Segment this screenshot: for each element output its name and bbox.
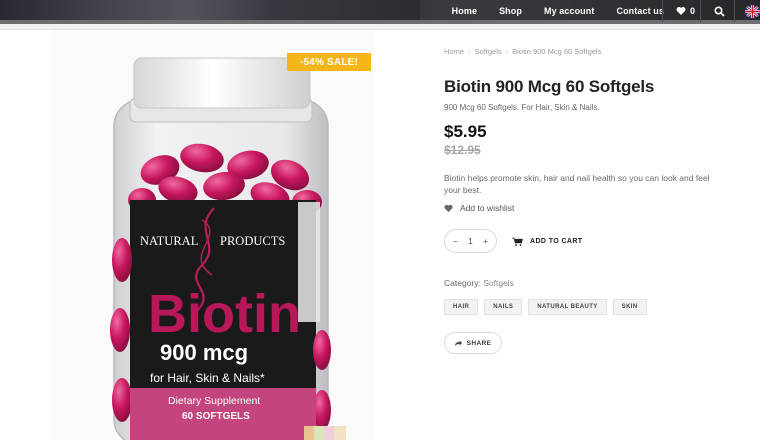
old-price: $12.95 [444,143,481,157]
wishlist-counter[interactable]: 0 [676,0,695,22]
search-icon[interactable] [714,6,725,17]
nav-home[interactable]: Home [452,6,477,16]
quantity-stepper: − 1 + [444,229,497,253]
nav-divider [662,0,663,22]
wishlist-count: 0 [690,6,696,16]
add-to-cart-button[interactable]: ADD TO CART [512,231,583,251]
product-category: Category: Softgels [444,278,514,288]
qty-minus-button[interactable]: − [453,237,458,246]
nav-divider [734,0,735,22]
nav-contact-us[interactable]: Contact us [616,6,664,16]
bottle-brand-right: PRODUCTS [220,234,285,248]
product-title: Biotin 900 Mcg 60 Softgels [444,77,655,96]
breadcrumb-separator: › [505,47,509,56]
bottle-count: 60 SOFTGELS [182,411,250,422]
cart-icon [512,237,523,246]
biotin-bottle-image: NATURAL PRODUCTS Biotin 900 mcg for Hair… [110,57,346,440]
share-icon [454,340,462,346]
bottle-supplement: Dietary Supplement [168,395,260,407]
nav-shop[interactable]: Shop [499,6,522,16]
product-subtitle: 900 Mcg 60 Softgels. For Hair, Skin & Na… [444,103,600,112]
sale-badge: -54% SALE! [287,53,371,71]
breadcrumb-separator: › [468,47,471,56]
qty-plus-button[interactable]: + [483,237,488,246]
category-label: Category: [444,278,481,288]
heart-icon [676,7,686,15]
current-price: $5.95 [444,122,487,141]
share-button[interactable]: SHARE [444,332,502,354]
uk-flag-icon[interactable] [745,5,760,18]
nav-my-account[interactable]: My account [544,6,595,16]
heart-icon [444,204,453,212]
product-description: Biotin helps promote skin, hair and nail… [444,173,710,195]
breadcrumb-current: Biotin 900 Mcg 60 Softgels [512,47,602,56]
category-link[interactable]: Softgels [483,278,514,288]
tag-nails[interactable]: NAILS [484,299,523,315]
share-label: SHARE [466,339,492,347]
breadcrumb: Home › Softgels › Biotin 900 Mcg 60 Softgels [444,47,601,56]
nav-divider [700,0,701,22]
tag-hair[interactable]: HAIR [444,299,479,315]
bottle-brand-left: NATURAL [140,234,198,248]
qty-value[interactable]: 1 [468,237,472,246]
main-nav: Home Shop My account Contact us [430,0,664,22]
breadcrumb-home[interactable]: Home [444,47,464,56]
add-to-wishlist-link[interactable]: Add to wishlist [444,203,514,213]
tag-skin[interactable]: SKIN [612,299,647,315]
tag-natural-beauty[interactable]: NATURAL BEAUTY [528,299,607,315]
product-tags: HAIR NAILS NATURAL BEAUTY SKIN [444,299,653,315]
product-image[interactable]: NATURAL PRODUCTS Biotin 900 mcg for Hair… [52,30,374,440]
breadcrumb-category[interactable]: Softgels [475,47,502,56]
bottle-name: Biotin [148,284,301,344]
bottle-for: for Hair, Skin & Nails* [150,371,265,385]
bottle-dose: 900 mcg [160,340,248,365]
add-to-cart-label: ADD TO CART [530,237,583,245]
wishlist-label: Add to wishlist [460,203,515,213]
